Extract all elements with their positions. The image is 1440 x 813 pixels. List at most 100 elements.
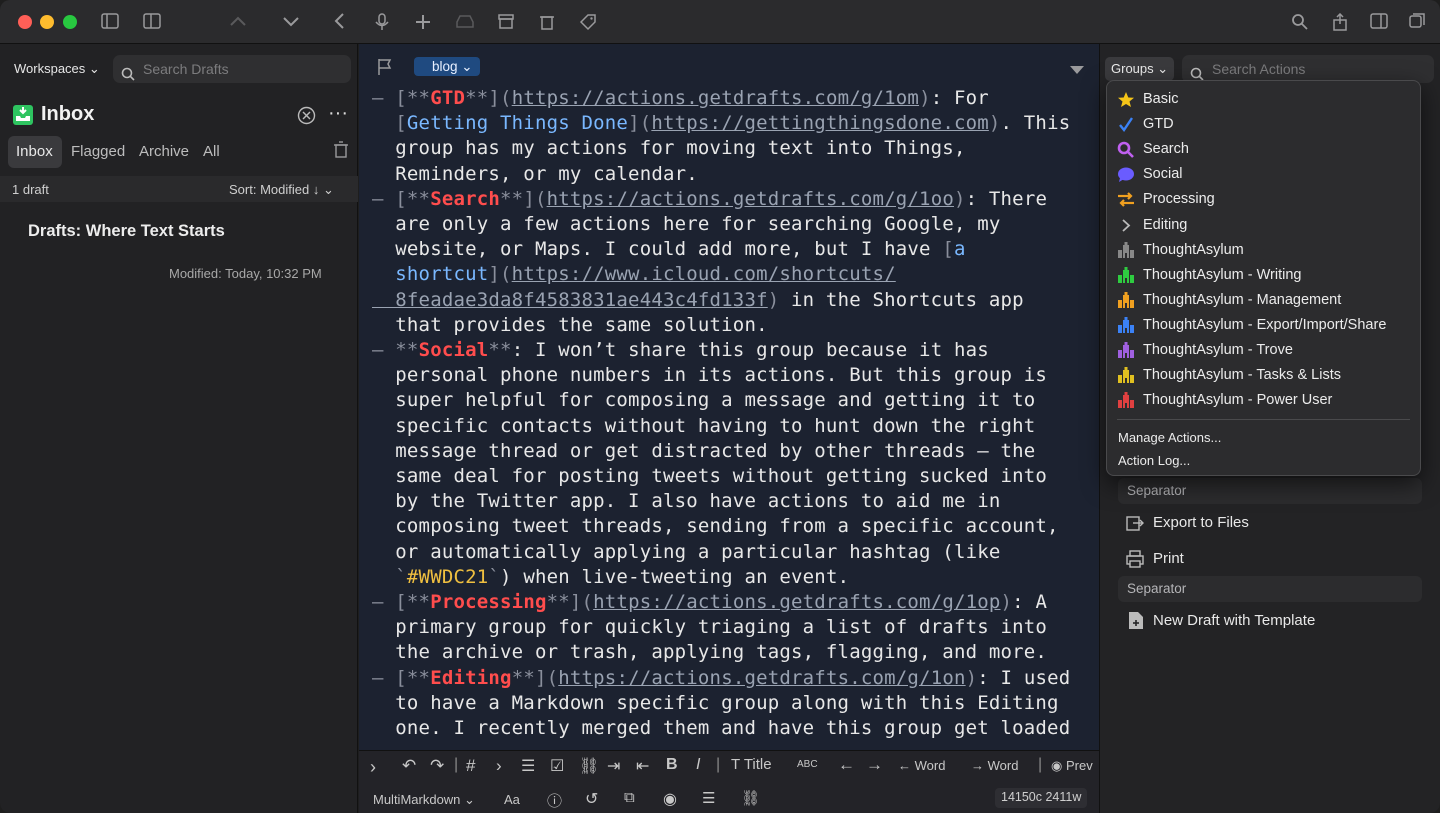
menu-item-thoughtasylum-writing[interactable]: ThoughtAsylum - Writing	[1117, 264, 1301, 286]
blockquote-icon[interactable]: ›	[496, 756, 502, 776]
clear-filter-icon[interactable]	[297, 106, 316, 130]
text-run: **](	[500, 187, 547, 210]
menu-item-thoughtasylum[interactable]: ThoughtAsylum	[1117, 239, 1244, 261]
action-panel-toggle-icon[interactable]	[1367, 10, 1391, 34]
castle-icon	[1117, 242, 1135, 258]
cursor-left-icon[interactable]: ←	[838, 755, 855, 775]
text-run: )	[1000, 591, 1013, 613]
zoom-window-button[interactable]	[63, 15, 77, 29]
expand-chevron-icon[interactable]: ›	[370, 757, 376, 778]
list-icon[interactable]: ☰	[521, 756, 535, 776]
search-icon[interactable]	[1288, 10, 1312, 34]
trash-icon[interactable]	[535, 10, 559, 34]
minimize-window-button[interactable]	[40, 15, 54, 29]
syntax-dropdown[interactable]: MultiMarkdown ⌄	[373, 792, 475, 808]
action-log-item[interactable]: Action Log...	[1118, 453, 1190, 468]
groups-dropdown[interactable]: Groups ⌄	[1105, 57, 1175, 81]
more-icon[interactable]: ···	[328, 102, 348, 125]
cursor-right-icon[interactable]: →	[866, 755, 883, 775]
capture-icon[interactable]: ⧉	[624, 789, 635, 806]
archive-icon[interactable]	[494, 10, 518, 34]
tab-archive[interactable]: Archive	[139, 143, 189, 160]
castle-icon	[1117, 292, 1135, 308]
version-history-icon[interactable]: ↺	[585, 789, 598, 809]
plus-icon[interactable]	[411, 10, 435, 34]
manage-actions-item[interactable]: Manage Actions...	[1118, 430, 1221, 445]
text-run: or automatically applying a particular h…	[372, 540, 1001, 563]
menu-item-thoughtasylum-management[interactable]: ThoughtAsylum - Management	[1117, 289, 1341, 311]
url-text[interactable]: https://actions.getdrafts.com/g/1om	[512, 87, 919, 109]
word-right-button[interactable]: → Word	[971, 758, 1018, 773]
redo-icon[interactable]: ↷	[430, 756, 444, 776]
text-run: `	[372, 565, 407, 588]
back-icon[interactable]	[328, 10, 352, 34]
line-spacing-icon[interactable]: ☰	[702, 789, 715, 807]
eye-icon[interactable]: ◉	[663, 789, 677, 809]
tab-inbox[interactable]: Inbox	[16, 143, 53, 160]
url-text[interactable]: https://actions.getdrafts.com/g/1op	[593, 591, 1000, 613]
url-text[interactable]: https://actions.getdrafts.com/g/1oo	[547, 188, 954, 210]
print-action[interactable]: Print	[1126, 548, 1184, 570]
info-icon[interactable]: ⓘ	[547, 790, 562, 811]
url-text[interactable]: https://www.icloud.com/shortcuts/	[512, 263, 896, 285]
tag-icon[interactable]	[576, 10, 600, 34]
workspaces-dropdown[interactable]: Workspaces ⌄	[14, 61, 100, 77]
share-icon[interactable]	[1328, 10, 1352, 34]
spellcheck-button[interactable]: ABC	[797, 759, 818, 770]
menu-item-basic[interactable]: Basic	[1117, 88, 1178, 110]
menu-item-social[interactable]: Social	[1117, 163, 1183, 185]
url-text[interactable]: https://actions.getdrafts.com/g/1on	[558, 667, 965, 689]
new-draft-template-action[interactable]: New Draft with Template	[1126, 610, 1315, 632]
heading-icon[interactable]: #	[466, 756, 475, 776]
tab-flagged[interactable]: Flagged	[71, 143, 125, 160]
close-window-button[interactable]	[18, 15, 32, 29]
editor-line: by the Twitter app. I also have actions …	[372, 489, 1001, 514]
inbox-tray-icon[interactable]	[453, 10, 477, 34]
search-drafts-input[interactable]: Search Drafts	[113, 55, 351, 83]
url-text[interactable]: 8feadae3da8f4583831ae443c4fd133f	[372, 289, 768, 311]
trash-icon[interactable]	[333, 141, 349, 164]
window-icon[interactable]	[1405, 10, 1429, 34]
list-toggle-icon[interactable]	[140, 10, 164, 34]
word-left-button[interactable]: ← Word	[898, 758, 945, 773]
flag-icon[interactable]	[377, 58, 393, 81]
menu-item-thoughtasylum-trove[interactable]: ThoughtAsylum - Trove	[1117, 339, 1293, 361]
draft-count: 1 draft	[12, 182, 49, 197]
chevron-up-icon[interactable]	[226, 10, 250, 34]
disclosure-triangle-icon[interactable]	[1070, 62, 1084, 80]
italic-icon[interactable]: I	[696, 756, 700, 774]
bold-icon[interactable]: B	[666, 756, 678, 774]
tab-all[interactable]: All	[203, 143, 220, 160]
sidebar-toggle-icon[interactable]	[98, 10, 122, 34]
castle-icon	[1117, 392, 1135, 408]
tag-badge[interactable]: blog ⌄	[414, 57, 480, 76]
editor-line: personal phone numbers in its actions. B…	[372, 363, 1047, 388]
title-button[interactable]: T Title	[731, 756, 772, 773]
export-to-files-action[interactable]: Export to Files	[1126, 512, 1249, 534]
menu-item-thoughtasylum-export-import-share[interactable]: ThoughtAsylum - Export/Import/Share	[1117, 314, 1386, 336]
sort-dropdown[interactable]: Sort: Modified ↓ ⌄	[229, 182, 334, 198]
indent-icon[interactable]: ⇥	[607, 756, 620, 776]
search-actions-input[interactable]: Search Actions	[1182, 55, 1434, 83]
link-icon[interactable]: ⛓	[579, 756, 599, 776]
menu-item-processing[interactable]: Processing	[1117, 188, 1215, 210]
task-icon[interactable]: ☑	[550, 756, 564, 776]
undo-icon[interactable]: ↶	[402, 756, 416, 776]
preview-button[interactable]: ◉ Prev	[1051, 758, 1093, 774]
chevron-down-icon[interactable]	[279, 10, 303, 34]
url-text[interactable]: https://gettingthingsdone.com	[651, 112, 989, 134]
menu-item-gtd[interactable]: GTD	[1117, 113, 1174, 135]
menu-item-thoughtasylum-power-user[interactable]: ThoughtAsylum - Power User	[1117, 389, 1332, 411]
menu-item-label: ThoughtAsylum - Export/Import/Share	[1143, 317, 1387, 333]
link-mode-icon[interactable]: ⛓	[741, 789, 760, 807]
editor-line: are only a few actions here for searchin…	[372, 212, 1001, 237]
microphone-icon[interactable]	[370, 10, 394, 34]
text-run: are only a few actions here for searchin…	[372, 213, 1001, 235]
menu-item-thoughtasylum-tasks-lists[interactable]: ThoughtAsylum - Tasks & Lists	[1117, 364, 1341, 386]
menu-item-editing[interactable]: Editing	[1117, 214, 1187, 236]
text-run: –	[372, 339, 396, 361]
outdent-icon[interactable]: ⇤	[636, 756, 649, 776]
font-size-button[interactable]: Aa	[504, 792, 520, 807]
menu-item-search[interactable]: Search	[1117, 138, 1189, 160]
menu-divider	[1117, 419, 1410, 420]
